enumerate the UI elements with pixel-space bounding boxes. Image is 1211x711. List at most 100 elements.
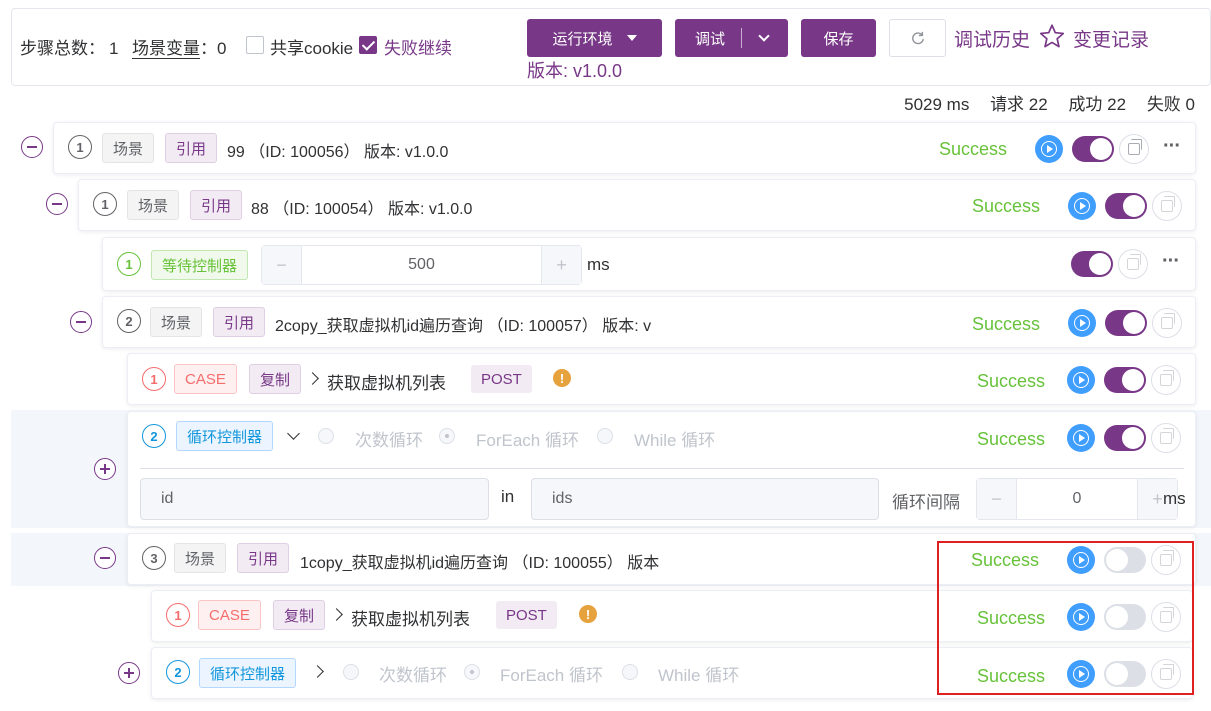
play-icon[interactable] (1067, 366, 1095, 394)
decrease-button[interactable]: − (262, 246, 302, 284)
decrease-button[interactable]: − (977, 479, 1017, 519)
case-tag: CASE (198, 600, 261, 630)
copy-icon[interactable] (1118, 249, 1148, 279)
chevron-right-icon[interactable] (330, 608, 343, 621)
loop-variable-input[interactable]: id (140, 478, 489, 520)
reference-tag: 引用 (213, 307, 266, 337)
wait-time-value[interactable]: 500 (302, 246, 541, 284)
status-text: Success (977, 371, 1046, 391)
http-method-tag: POST (496, 601, 557, 629)
case-name: 获取虚拟机列表 (327, 374, 446, 393)
scenario-tag: 场景 (150, 307, 203, 337)
refresh-icon (911, 31, 924, 45)
more-icon[interactable]: ··· (1163, 135, 1181, 158)
copy-icon[interactable] (1152, 191, 1182, 221)
chevron-right-icon[interactable] (311, 665, 324, 678)
step-number: 2 (142, 424, 166, 448)
debug-split-button[interactable]: 调试 (675, 19, 788, 57)
loop-interval-stepper[interactable]: − 0 + (976, 478, 1178, 520)
copy-icon[interactable] (1152, 308, 1182, 338)
status-text: Success (972, 196, 1041, 216)
case-tag: CASE (174, 364, 237, 394)
step-row-scenario-2copy[interactable]: 2 场景 引用 2copy_获取虚拟机id遍历查询 （ID: 100057） 版… (102, 296, 1196, 348)
copy-icon[interactable] (1151, 423, 1181, 453)
collapse-icon[interactable] (94, 547, 116, 569)
play-icon[interactable] (1068, 192, 1096, 220)
foreach-loop-radio[interactable] (464, 664, 480, 680)
step-title: 99 （ID: 100056） 版本: v1.0.0 (227, 144, 449, 161)
foreach-loop-radio[interactable] (439, 428, 455, 444)
expand-icon[interactable] (94, 458, 116, 480)
caret-down-icon (626, 35, 637, 41)
play-icon[interactable] (1068, 309, 1096, 337)
count-loop-radio[interactable] (318, 428, 334, 444)
duration-stat: 5029 ms (904, 95, 970, 114)
step-title: 1copy_获取虚拟机id遍历查询 （ID: 100055） 版本 (300, 555, 660, 572)
collapse-icon[interactable] (46, 193, 68, 215)
copy-tag: 复制 (273, 600, 326, 630)
request-count: 请求 22 (990, 95, 1048, 114)
run-environment-button[interactable]: 运行环境 (527, 19, 662, 57)
scenario-tag: 场景 (102, 133, 155, 163)
step-row-case[interactable]: 1 CASE 复制 获取虚拟机列表 POST ! Success (127, 353, 1196, 405)
reference-tag: 引用 (237, 543, 290, 573)
share-cookie-checkbox[interactable] (246, 36, 264, 54)
count-loop-radio[interactable] (343, 664, 359, 680)
expand-icon[interactable] (118, 662, 140, 684)
step-number: 2 (166, 660, 190, 684)
step-row-loop-controller[interactable]: 2 循环控制器 次数循环 ForEach 循环 While 循环 Success… (127, 411, 1196, 527)
copy-icon[interactable] (1119, 134, 1149, 164)
warning-icon: ! (553, 369, 571, 387)
interval-unit: ms (1163, 489, 1186, 508)
while-loop-radio[interactable] (622, 664, 638, 680)
debug-history-link[interactable]: 调试历史 (954, 25, 1030, 52)
debug-button[interactable]: 调试 (695, 28, 725, 49)
warning-icon: ! (579, 605, 597, 623)
enable-switch[interactable] (1072, 136, 1114, 162)
step-number: 1 (93, 192, 117, 216)
loop-list-input[interactable]: ids (531, 478, 879, 520)
save-button[interactable]: 保存 (801, 19, 876, 57)
copy-tag: 复制 (249, 364, 302, 394)
while-loop-radio[interactable] (597, 428, 613, 444)
enable-switch[interactable] (1105, 193, 1147, 219)
wait-unit: ms (587, 255, 610, 274)
divider (140, 468, 1184, 469)
step-row-wait-controller[interactable]: 1 等待控制器 − 500 + ms ··· (102, 237, 1196, 291)
foreach-loop-label: ForEach 循环 (500, 666, 603, 685)
more-icon[interactable]: ··· (1162, 250, 1180, 273)
while-loop-label: While 循环 (658, 666, 740, 685)
chevron-down-icon[interactable] (758, 30, 770, 42)
step-number: 2 (117, 309, 141, 333)
wait-time-stepper[interactable]: − 500 + (261, 245, 582, 285)
increase-button[interactable]: + (541, 246, 581, 284)
count-loop-label: 次数循环 (379, 666, 447, 685)
step-number: 1 (142, 367, 166, 391)
copy-icon[interactable] (1151, 365, 1181, 395)
status-text: Success (939, 139, 1008, 159)
continue-on-fail-checkbox[interactable] (359, 36, 377, 54)
status-text: Success (977, 429, 1046, 449)
loop-interval-value[interactable]: 0 (1017, 479, 1137, 519)
play-icon[interactable] (1067, 424, 1095, 452)
enable-switch[interactable] (1104, 367, 1146, 393)
loop-controller-tag: 循环控制器 (199, 658, 297, 688)
run-statistics: 5029 ms 请求 22 成功 22 失败 0 (888, 90, 1195, 115)
enable-switch[interactable] (1105, 310, 1147, 336)
scene-variables-link[interactable]: 场景变量：0 (132, 34, 226, 59)
step-row-scenario-99[interactable]: 1 场景 引用 99 （ID: 100056） 版本: v1.0.0 Succe… (53, 122, 1196, 174)
chevron-right-icon[interactable] (306, 372, 319, 385)
star-icon[interactable] (1038, 23, 1066, 50)
chevron-down-icon[interactable] (287, 427, 300, 440)
highlight-box (937, 541, 1194, 695)
collapse-icon[interactable] (21, 136, 43, 158)
step-row-scenario-88[interactable]: 1 场景 引用 88 （ID: 100054） 版本: v1.0.0 Succe… (78, 179, 1196, 231)
enable-switch[interactable] (1071, 251, 1113, 277)
refresh-button[interactable] (889, 19, 946, 57)
status-text: Success (972, 314, 1041, 334)
collapse-icon[interactable] (70, 311, 92, 333)
enable-switch[interactable] (1104, 425, 1146, 451)
change-log-link[interactable]: 变更记录 (1073, 25, 1149, 52)
reference-tag: 引用 (165, 133, 218, 163)
play-icon[interactable] (1035, 135, 1063, 163)
